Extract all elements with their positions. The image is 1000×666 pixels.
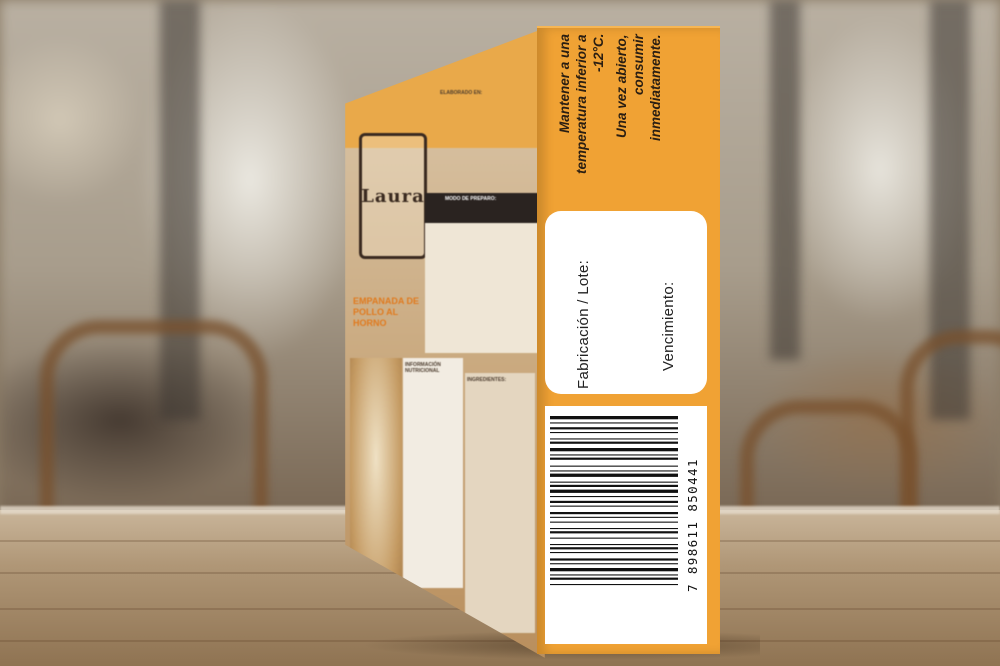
barcode-bar — [550, 577, 678, 580]
lot-label: Fabricación / Lote: — [575, 259, 592, 389]
expiry-label: Vencimiento: — [660, 281, 677, 371]
barcode-bar — [550, 465, 678, 467]
nutrition-table: INFORMACIÓN NUTRICIONAL — [403, 358, 463, 588]
barcode-bar — [550, 568, 678, 572]
barcode-area: 7 898611 850441 — [545, 406, 707, 644]
barcode-bar — [550, 528, 678, 530]
ingredients-title: INGREDIENTES: — [467, 377, 507, 383]
barcode-bar — [550, 531, 678, 534]
barcode-bar — [550, 544, 678, 546]
barcode-bar — [550, 500, 678, 503]
barcode-bar — [550, 470, 678, 472]
nutrition-title: INFORMACIÓN NUTRICIONAL — [405, 362, 441, 374]
barcode-bar — [550, 516, 678, 518]
consume-after-opening-note: Una vez abierto, consumir inmediatamente… — [614, 34, 663, 141]
barcode-bar — [550, 454, 678, 456]
brand-logo: Laura — [359, 133, 427, 259]
front-header-text: ELABORADO EN: — [440, 90, 483, 96]
barcode-bar — [550, 473, 678, 477]
barcode-bar — [550, 584, 678, 586]
barcode-bar — [550, 432, 678, 434]
barcode-bar — [550, 574, 678, 576]
box-side-face: Mantener a una temperatura inferior a -1… — [537, 28, 720, 654]
background-pillar — [770, 0, 800, 360]
lot-expiry-box: Fabricación / Lote: Vencimiento: — [545, 211, 707, 394]
barcode-bar — [550, 441, 678, 444]
barcode-bar — [550, 438, 678, 440]
barcode-number: 7 898611 850441 — [685, 458, 700, 592]
background-chair — [40, 320, 268, 534]
barcode-bar — [550, 521, 678, 523]
barcode-bar — [550, 422, 678, 424]
barcode-bar — [550, 512, 678, 515]
barcode-bar — [550, 547, 678, 550]
barcode-bar — [550, 481, 678, 483]
barcode-bar — [550, 496, 678, 498]
barcode-bar — [550, 552, 678, 554]
barcode-icon — [550, 416, 678, 586]
product-name: EMPANADA DE POLLO AL HORNO — [353, 296, 420, 328]
preparation-title: MODO DE PREPARO: — [445, 196, 497, 202]
barcode-bar — [550, 563, 678, 565]
barcode-bar — [550, 457, 678, 460]
barcode-bar — [550, 537, 678, 539]
storage-instructions: Mantener a una temperatura inferior a -1… — [540, 34, 700, 226]
barcode-bar — [550, 505, 678, 507]
storage-temperature-note: Mantener a una temperatura inferior a -1… — [557, 34, 606, 174]
barcode-bar — [550, 416, 678, 420]
ingredients-panel: INGREDIENTES: — [465, 373, 535, 633]
photo-scene: ELABORADO EN: Laura MODO DE PREPARO: EMP… — [0, 0, 1000, 666]
barcode-bar — [550, 489, 678, 493]
background-chair — [900, 330, 1000, 534]
barcode-bar — [550, 558, 678, 561]
barcode-bar — [550, 484, 678, 487]
brand-name: Laura — [361, 185, 425, 207]
preparation-header-band: MODO DE PREPARO: — [425, 193, 545, 223]
barcode-bar — [550, 427, 678, 430]
barcode-bar — [550, 448, 678, 452]
preparation-panel — [425, 223, 540, 353]
